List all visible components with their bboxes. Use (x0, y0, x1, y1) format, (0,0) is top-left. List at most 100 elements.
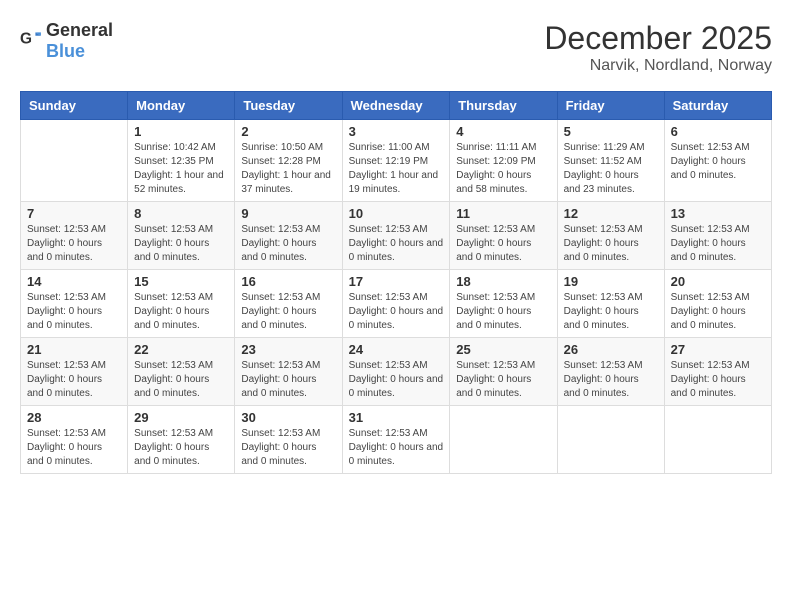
day-cell: 29 Sunset: 12:53 AMDaylight: 0 hours and … (128, 406, 235, 474)
week-row-0: 1 Sunrise: 10:42 AMSunset: 12:35 PMDaylig… (21, 120, 772, 202)
day-cell: 6Sunset: 12:53 AMDaylight: 0 hours and 0… (664, 120, 771, 202)
day-number: 26 (564, 342, 658, 357)
day-info: Sunset: 12:53 AMDaylight: 0 hours and 0 … (349, 359, 444, 401)
day-cell: 7 Sunset: 12:53 AMDaylight: 0 hours and 0… (21, 202, 128, 270)
day-number: 5 (564, 124, 658, 139)
day-info: Sunset: 12:53 AMDaylight: 0 hours and 0 … (241, 223, 335, 265)
day-cell: 19 Sunset: 12:53 AMDaylight: 0 hours and … (557, 270, 664, 338)
week-row-4: 28 Sunset: 12:53 AMDaylight: 0 hours and … (21, 406, 772, 474)
weekday-header-saturday: Saturday (664, 92, 771, 120)
day-info: Sunrise: 11:11 AMSunset: 12:09 PMDayligh… (456, 141, 550, 197)
day-info: Sunset: 12:53 AMDaylight: 0 hours and 0 … (564, 291, 658, 333)
day-number: 10 (349, 206, 444, 221)
day-info: Sunset: 12:53 AMDaylight: 0 hours and 0 … (564, 359, 658, 401)
day-number: 18 (456, 274, 550, 289)
day-number: 31 (349, 410, 444, 425)
title-area: December 2025 Narvik, Nordland, Norway (544, 20, 772, 75)
day-cell: 10 Sunset: 12:53 AMDaylight: 0 hours and … (342, 202, 450, 270)
day-number: 29 (134, 410, 228, 425)
day-number: 24 (349, 342, 444, 357)
day-cell: 17Sunset: 12:53 AMDaylight: 0 hours and … (342, 270, 450, 338)
day-number: 9 (241, 206, 335, 221)
day-cell: 28Sunset: 12:53 AMDaylight: 0 hours and … (21, 406, 128, 474)
weekday-header-sunday: Sunday (21, 92, 128, 120)
day-number: 19 (564, 274, 658, 289)
day-cell: 2 Sunrise: 10:50 AMSunset: 12:28 PMDaylig… (235, 120, 342, 202)
week-row-2: 14 Sunset: 12:53 AMDaylight: 0 hours and … (21, 270, 772, 338)
day-cell: 5 Sunrise: 11:29 AMSunset: 11:52 AMDaylig… (557, 120, 664, 202)
day-cell: 3 Sunrise: 11:00 AMSunset: 12:19 PMDaylig… (342, 120, 450, 202)
day-number: 17 (349, 274, 444, 289)
day-cell: 12 Sunset: 12:53 AMDaylight: 0 hours and … (557, 202, 664, 270)
day-number: 15 (134, 274, 228, 289)
day-cell: 15 Sunset: 12:53 AMDaylight: 0 hours and … (128, 270, 235, 338)
day-number: 30 (241, 410, 335, 425)
weekday-header-friday: Friday (557, 92, 664, 120)
day-info: Sunset: 12:53 AMDaylight: 0 hours and 0 … (564, 223, 658, 265)
day-info: Sunset: 12:53 AMDaylight: 0 hours and 0 … (134, 223, 228, 265)
day-cell: 25Sunset: 12:53 AMDaylight: 0 hours and … (450, 338, 557, 406)
day-info: Sunset: 12:53 AMDaylight: 0 hours and 0 … (241, 359, 335, 401)
day-number: 12 (564, 206, 658, 221)
weekday-header-thursday: Thursday (450, 92, 557, 120)
day-cell: 4Sunrise: 11:11 AMSunset: 12:09 PMDaylig… (450, 120, 557, 202)
day-info: Sunset: 12:53 AMDaylight: 0 hours and 0 … (349, 223, 444, 265)
weekday-header-tuesday: Tuesday (235, 92, 342, 120)
day-cell: 1 Sunrise: 10:42 AMSunset: 12:35 PMDaylig… (128, 120, 235, 202)
day-number: 8 (134, 206, 228, 221)
day-number: 11 (456, 206, 550, 221)
day-number: 1 (134, 124, 228, 139)
logo: G General Blue (20, 20, 113, 62)
day-info: Sunset: 12:53 AMDaylight: 0 hours and 0 … (671, 359, 765, 401)
calendar-table: SundayMondayTuesdayWednesdayThursdayFrid… (20, 91, 772, 474)
day-info: Sunset: 12:53 AMDaylight: 0 hours and 0 … (241, 427, 335, 469)
day-cell: 8 Sunset: 12:53 AMDaylight: 0 hours and 0… (128, 202, 235, 270)
day-number: 28 (27, 410, 121, 425)
day-number: 25 (456, 342, 550, 357)
calendar-body: 1 Sunrise: 10:42 AMSunset: 12:35 PMDaylig… (21, 120, 772, 474)
day-number: 20 (671, 274, 765, 289)
day-info: Sunrise: 10:50 AMSunset: 12:28 PMDayligh… (241, 141, 335, 197)
day-cell: 20Sunset: 12:53 AMDaylight: 0 hours and … (664, 270, 771, 338)
svg-text:G: G (20, 30, 32, 47)
logo-general: General (46, 20, 113, 40)
day-cell: 23 Sunset: 12:53 AMDaylight: 0 hours and … (235, 338, 342, 406)
weekday-header-row: SundayMondayTuesdayWednesdayThursdayFrid… (21, 92, 772, 120)
day-info: Sunset: 12:53 AMDaylight: 0 hours and 0 … (27, 291, 121, 333)
day-number: 23 (241, 342, 335, 357)
day-info: Sunrise: 11:00 AMSunset: 12:19 PMDayligh… (349, 141, 444, 197)
day-info: Sunrise: 10:42 AMSunset: 12:35 PMDayligh… (134, 141, 228, 197)
day-number: 14 (27, 274, 121, 289)
day-cell: 13Sunset: 12:53 AMDaylight: 0 hours and … (664, 202, 771, 270)
month-year-title: December 2025 (544, 20, 772, 57)
day-number: 7 (27, 206, 121, 221)
logo-mark: G (20, 28, 42, 55)
day-cell (557, 406, 664, 474)
day-cell: 31 Sunset: 12:53 AMDaylight: 0 hours and … (342, 406, 450, 474)
day-info: Sunset: 12:53 AMDaylight: 0 hours and 0 … (456, 291, 550, 333)
day-info: Sunset: 12:53 AMDaylight: 0 hours and 0 … (134, 291, 228, 333)
location-subtitle: Narvik, Nordland, Norway (544, 57, 772, 75)
day-info: Sunset: 12:53 AMDaylight: 0 hours and 0 … (349, 427, 444, 469)
logo-text: General Blue (46, 20, 113, 62)
week-row-1: 7 Sunset: 12:53 AMDaylight: 0 hours and 0… (21, 202, 772, 270)
day-info: Sunrise: 11:29 AMSunset: 11:52 AMDayligh… (564, 141, 658, 197)
day-cell: 11Sunset: 12:53 AMDaylight: 0 hours and … (450, 202, 557, 270)
day-number: 22 (134, 342, 228, 357)
day-number: 21 (27, 342, 121, 357)
day-info: Sunset: 12:53 AMDaylight: 0 hours and 0 … (671, 141, 765, 183)
day-info: Sunset: 12:53 AMDaylight: 0 hours and 0 … (27, 359, 121, 401)
day-number: 2 (241, 124, 335, 139)
day-cell: 22 Sunset: 12:53 AMDaylight: 0 hours and … (128, 338, 235, 406)
day-info: Sunset: 12:53 AMDaylight: 0 hours and 0 … (134, 427, 228, 469)
weekday-header-wednesday: Wednesday (342, 92, 450, 120)
logo-blue: Blue (46, 41, 85, 61)
day-info: Sunset: 12:53 AMDaylight: 0 hours and 0 … (134, 359, 228, 401)
header: G General Blue December 2025 Narvik, Nor… (20, 20, 772, 75)
day-cell: 9 Sunset: 12:53 AMDaylight: 0 hours and 0… (235, 202, 342, 270)
day-number: 3 (349, 124, 444, 139)
day-cell: 27Sunset: 12:53 AMDaylight: 0 hours and … (664, 338, 771, 406)
day-cell: 24 Sunset: 12:53 AMDaylight: 0 hours and … (342, 338, 450, 406)
day-cell: 30 Sunset: 12:53 AMDaylight: 0 hours and … (235, 406, 342, 474)
day-info: Sunset: 12:53 AMDaylight: 0 hours and 0 … (27, 223, 121, 265)
